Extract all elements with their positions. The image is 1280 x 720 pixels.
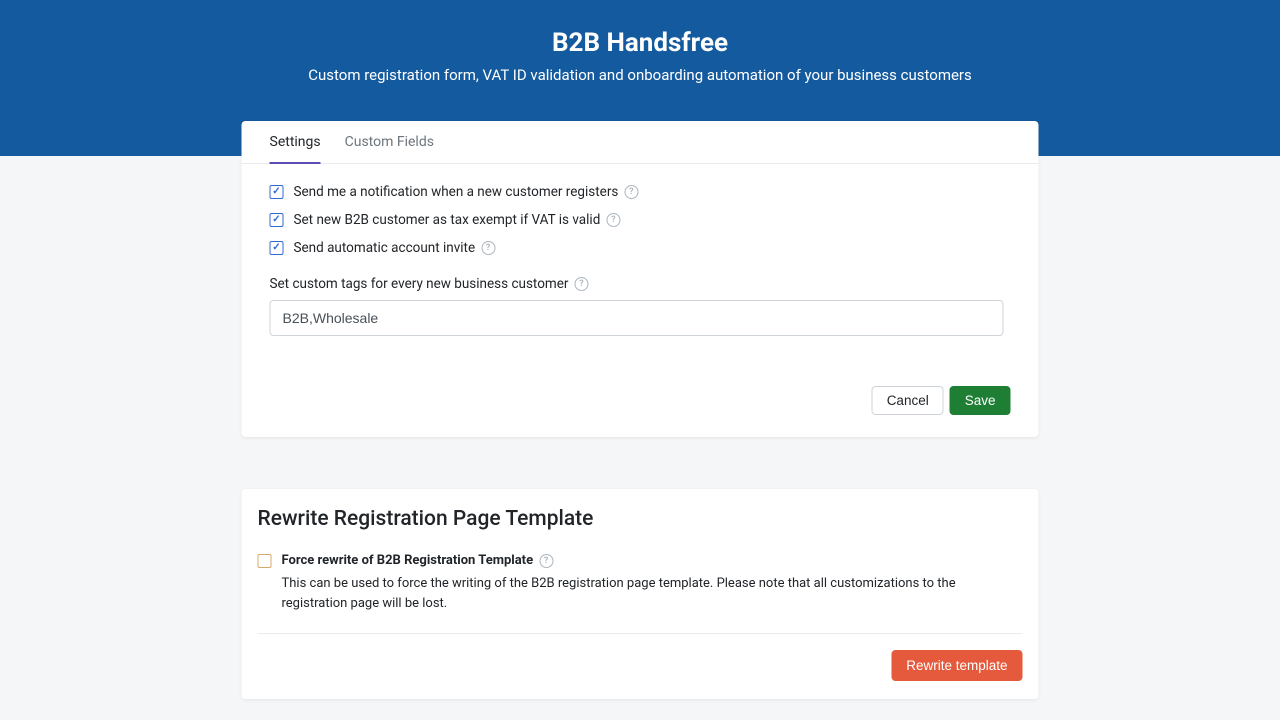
notify-row: Send me a notification when a new custom… [270, 184, 1011, 200]
settings-body: Send me a notification when a new custom… [242, 164, 1039, 346]
rewrite-section: Force rewrite of B2B Registration Templa… [258, 553, 1023, 634]
tax-exempt-row: Set new B2B customer as tax exempt if VA… [270, 212, 1011, 228]
tax-exempt-checkbox[interactable] [270, 213, 284, 227]
custom-tags-label: Set custom tags for every new business c… [270, 276, 569, 292]
rewrite-title: Rewrite Registration Page Template [258, 507, 1023, 531]
help-icon[interactable]: ? [539, 554, 553, 568]
auto-invite-row: Send automatic account invite ? [270, 240, 1011, 256]
custom-tags-label-row: Set custom tags for every new business c… [270, 276, 1011, 292]
force-rewrite-row: Force rewrite of B2B Registration Templa… [258, 553, 1023, 568]
settings-card: Settings Custom Fields Send me a notific… [242, 121, 1039, 437]
page-subtitle: Custom registration form, VAT ID validat… [0, 66, 1280, 84]
help-icon[interactable]: ? [574, 277, 588, 291]
tabs: Settings Custom Fields [242, 121, 1039, 164]
page-title: B2B Handsfree [0, 28, 1280, 58]
help-icon[interactable]: ? [606, 213, 620, 227]
tax-exempt-label: Set new B2B customer as tax exempt if VA… [294, 212, 601, 228]
settings-footer: Cancel Save [242, 346, 1039, 437]
rewrite-description: This can be used to force the writing of… [282, 574, 1023, 613]
notify-label: Send me a notification when a new custom… [294, 184, 619, 200]
auto-invite-checkbox[interactable] [270, 241, 284, 255]
help-icon[interactable]: ? [481, 241, 495, 255]
rewrite-card: Rewrite Registration Page Template Force… [242, 489, 1039, 699]
rewrite-template-button[interactable]: Rewrite template [891, 650, 1022, 681]
tab-settings[interactable]: Settings [270, 122, 321, 164]
notify-checkbox[interactable] [270, 185, 284, 199]
custom-tags-input[interactable] [270, 300, 1004, 336]
force-rewrite-checkbox[interactable] [258, 554, 272, 568]
force-rewrite-label: Force rewrite of B2B Registration Templa… [282, 553, 534, 568]
content-wrapper: Settings Custom Fields Send me a notific… [242, 121, 1039, 699]
save-button[interactable]: Save [950, 386, 1011, 415]
cancel-button[interactable]: Cancel [872, 386, 944, 415]
rewrite-footer: Rewrite template [258, 634, 1023, 699]
auto-invite-label: Send automatic account invite [294, 240, 476, 256]
help-icon[interactable]: ? [624, 185, 638, 199]
tab-custom-fields[interactable]: Custom Fields [345, 122, 434, 164]
